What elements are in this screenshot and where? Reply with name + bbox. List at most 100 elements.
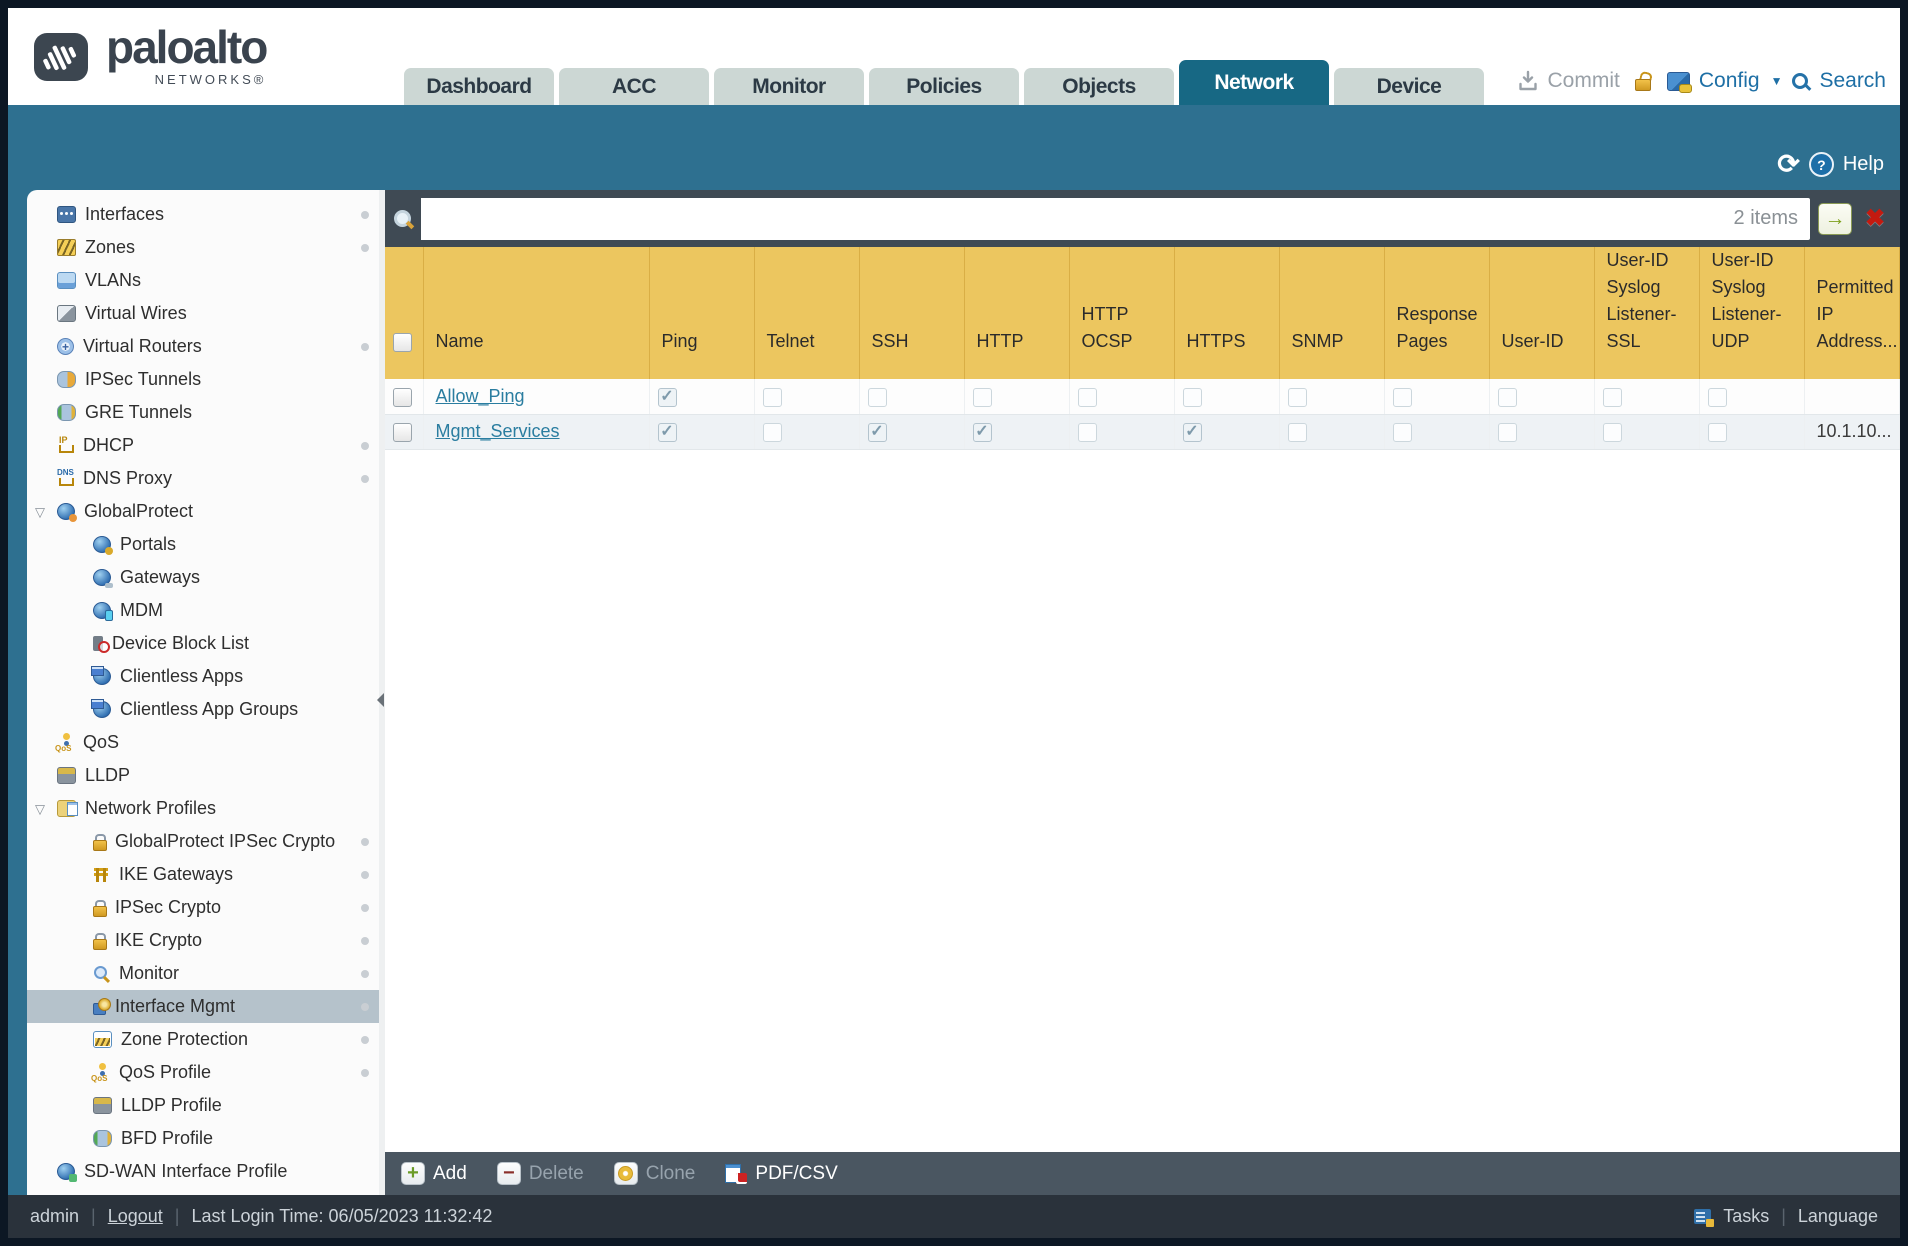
monitor-profile-icon bbox=[93, 966, 110, 981]
tab-dashboard[interactable]: Dashboard bbox=[404, 68, 554, 105]
interface-mgmt-icon bbox=[93, 997, 111, 1015]
search-button[interactable]: Search bbox=[1819, 69, 1886, 93]
profile-name-link[interactable]: Allow_Ping bbox=[436, 386, 525, 406]
sidebar-item-gre-tunnels[interactable]: GRE Tunnels bbox=[27, 396, 379, 429]
table-row[interactable]: Allow_Ping bbox=[385, 379, 1900, 415]
sidebar-item-label: GRE Tunnels bbox=[85, 402, 193, 422]
sidebar-item-virtual-wires[interactable]: Virtual Wires bbox=[27, 297, 379, 330]
lock-icon[interactable] bbox=[1634, 72, 1652, 91]
sidebar-item-lldp-profile[interactable]: LLDP Profile bbox=[27, 1089, 379, 1122]
sidebar-item-clientless-apps[interactable]: Clientless Apps bbox=[27, 660, 379, 693]
sidebar-item-qos-profile[interactable]: QoS Profile bbox=[27, 1056, 379, 1089]
tab-monitor[interactable]: Monitor bbox=[714, 68, 864, 105]
sidebar-item-device-block-list[interactable]: Device Block List bbox=[27, 627, 379, 660]
tab-policies[interactable]: Policies bbox=[869, 68, 1019, 105]
paloalto-logo-icon bbox=[34, 32, 88, 81]
row-checkbox[interactable] bbox=[393, 422, 412, 442]
sidebar-item-label: GlobalProtect IPSec Crypto bbox=[115, 831, 336, 851]
sidebar-item-portals[interactable]: Portals bbox=[27, 528, 379, 561]
tab-objects[interactable]: Objects bbox=[1024, 68, 1174, 105]
sidebar-item-vlans[interactable]: VLANs bbox=[27, 264, 379, 297]
item-dot bbox=[361, 1002, 369, 1011]
sidebar-item-label: DNS Proxy bbox=[83, 468, 173, 488]
commit-button[interactable]: Commit bbox=[1548, 69, 1620, 93]
logged-in-user: admin bbox=[30, 1206, 80, 1226]
filter-input[interactable] bbox=[421, 197, 1734, 240]
sidebar-item-zone-protection[interactable]: Zone Protection bbox=[27, 1023, 379, 1056]
table-row[interactable]: Mgmt_Services 10.1.10... bbox=[385, 414, 1900, 450]
profile-name-link[interactable]: Mgmt_Services bbox=[436, 421, 560, 441]
config-button[interactable]: Config bbox=[1699, 69, 1760, 93]
tab-network[interactable]: Network bbox=[1179, 60, 1329, 105]
select-all-checkbox[interactable] bbox=[393, 332, 412, 352]
col-user-id[interactable]: User-ID bbox=[1489, 247, 1595, 379]
logout-link[interactable]: Logout bbox=[108, 1206, 163, 1227]
col-snmp[interactable]: SNMP bbox=[1279, 247, 1385, 379]
config-caret-icon[interactable]: ▼ bbox=[1771, 74, 1783, 88]
col-http[interactable]: HTTP bbox=[964, 247, 1070, 379]
language-link[interactable]: Language bbox=[1798, 1206, 1878, 1227]
sidebar-item-network-profiles[interactable]: ▽ Network Profiles bbox=[27, 792, 379, 825]
col-permitted[interactable]: Permitted IP Address... bbox=[1804, 247, 1900, 379]
permitted-ip-cell: 10.1.10... bbox=[1804, 414, 1900, 450]
clear-filter-button[interactable]: ✖ bbox=[1860, 204, 1890, 234]
apply-filter-button[interactable]: → bbox=[1818, 202, 1852, 235]
tab-acc[interactable]: ACC bbox=[559, 68, 709, 105]
col-https[interactable]: HTTPS bbox=[1174, 247, 1280, 379]
col-name[interactable]: Name bbox=[423, 247, 650, 379]
sidebar-item-virtual-routers[interactable]: Virtual Routers bbox=[27, 330, 379, 363]
sidebar-item-label: Network Profiles bbox=[85, 798, 217, 818]
sidebar-item-clientless-app-groups[interactable]: Clientless App Groups bbox=[27, 693, 379, 726]
sidebar-item-sd-wan-interface-profile[interactable]: SD-WAN Interface Profile bbox=[27, 1155, 379, 1188]
sidebar-collapse-handle[interactable] bbox=[377, 692, 384, 707]
tasks-icon[interactable] bbox=[1694, 1209, 1715, 1227]
sidebar-item-zones[interactable]: Zones bbox=[27, 231, 379, 264]
col-ping[interactable]: Ping bbox=[649, 247, 755, 379]
sidebar-item-qos[interactable]: QoS bbox=[27, 726, 379, 759]
sidebar-item-ipsec-crypto[interactable]: IPSec Crypto bbox=[27, 891, 379, 924]
tasks-link[interactable]: Tasks bbox=[1723, 1206, 1769, 1227]
logo-networks-text: NETWORKS® bbox=[154, 72, 267, 87]
sidebar-item-ipsec-tunnels[interactable]: IPSec Tunnels bbox=[27, 363, 379, 396]
sidebar-item-dns-proxy[interactable]: DNS Proxy bbox=[27, 462, 379, 495]
portals-icon bbox=[93, 536, 113, 555]
commit-icon[interactable] bbox=[1517, 70, 1539, 92]
col-user-id[interactable]: User-ID Syslog Listener- UDP bbox=[1699, 247, 1805, 379]
sidebar-item-ike-crypto[interactable]: IKE Crypto bbox=[27, 924, 379, 957]
help-label[interactable]: Help bbox=[1843, 153, 1884, 176]
col-telnet[interactable]: Telnet bbox=[754, 247, 860, 379]
sidebar-item-globalprotect-ipsec-crypto[interactable]: GlobalProtect IPSec Crypto bbox=[27, 825, 379, 858]
sidebar-item-label: LLDP Profile bbox=[121, 1095, 222, 1115]
sidebar-item-dhcp[interactable]: DHCP bbox=[27, 429, 379, 462]
ike-gateways-icon bbox=[93, 867, 110, 882]
sidebar-item-label: VLANs bbox=[85, 270, 142, 290]
col-ssh[interactable]: SSH bbox=[859, 247, 965, 379]
add-button[interactable]: + Add bbox=[401, 1162, 467, 1185]
pdf-csv-button[interactable]: PDF/CSV bbox=[725, 1163, 838, 1185]
sidebar-item-monitor[interactable]: Monitor bbox=[27, 957, 379, 990]
sidebar-item-mdm[interactable]: MDM bbox=[27, 594, 379, 627]
sidebar-item-interfaces[interactable]: Interfaces bbox=[27, 198, 379, 231]
lock-icon bbox=[93, 834, 107, 851]
sidebar-item-interface-mgmt[interactable]: Interface Mgmt bbox=[27, 990, 379, 1023]
col-user-id[interactable]: User-ID Syslog Listener- SSL bbox=[1594, 247, 1700, 379]
item-dot bbox=[361, 243, 369, 252]
globalprotect-icon bbox=[57, 503, 77, 522]
delete-button[interactable]: − Delete bbox=[496, 1162, 584, 1185]
clone-button[interactable]: Clone bbox=[613, 1162, 695, 1185]
col-response[interactable]: Response Pages bbox=[1384, 247, 1490, 379]
refresh-icon[interactable]: ⟳ bbox=[1777, 151, 1800, 178]
expander-icon[interactable]: ▽ bbox=[35, 505, 45, 518]
row-checkbox[interactable] bbox=[393, 387, 412, 407]
sidebar-item-globalprotect[interactable]: ▽ GlobalProtect bbox=[27, 495, 379, 528]
item-dot bbox=[361, 936, 369, 945]
sidebar-item-bfd-profile[interactable]: BFD Profile bbox=[27, 1122, 379, 1155]
sidebar-item-ike-gateways[interactable]: IKE Gateways bbox=[27, 858, 379, 891]
tab-device[interactable]: Device bbox=[1334, 68, 1484, 105]
col-http[interactable]: HTTP OCSP bbox=[1069, 247, 1175, 379]
sidebar-item-lldp[interactable]: LLDP bbox=[27, 759, 379, 792]
item-dot bbox=[361, 837, 369, 846]
sidebar-item-gateways[interactable]: Gateways bbox=[27, 561, 379, 594]
expander-icon[interactable]: ▽ bbox=[35, 802, 45, 815]
help-icon[interactable]: ? bbox=[1808, 152, 1834, 177]
